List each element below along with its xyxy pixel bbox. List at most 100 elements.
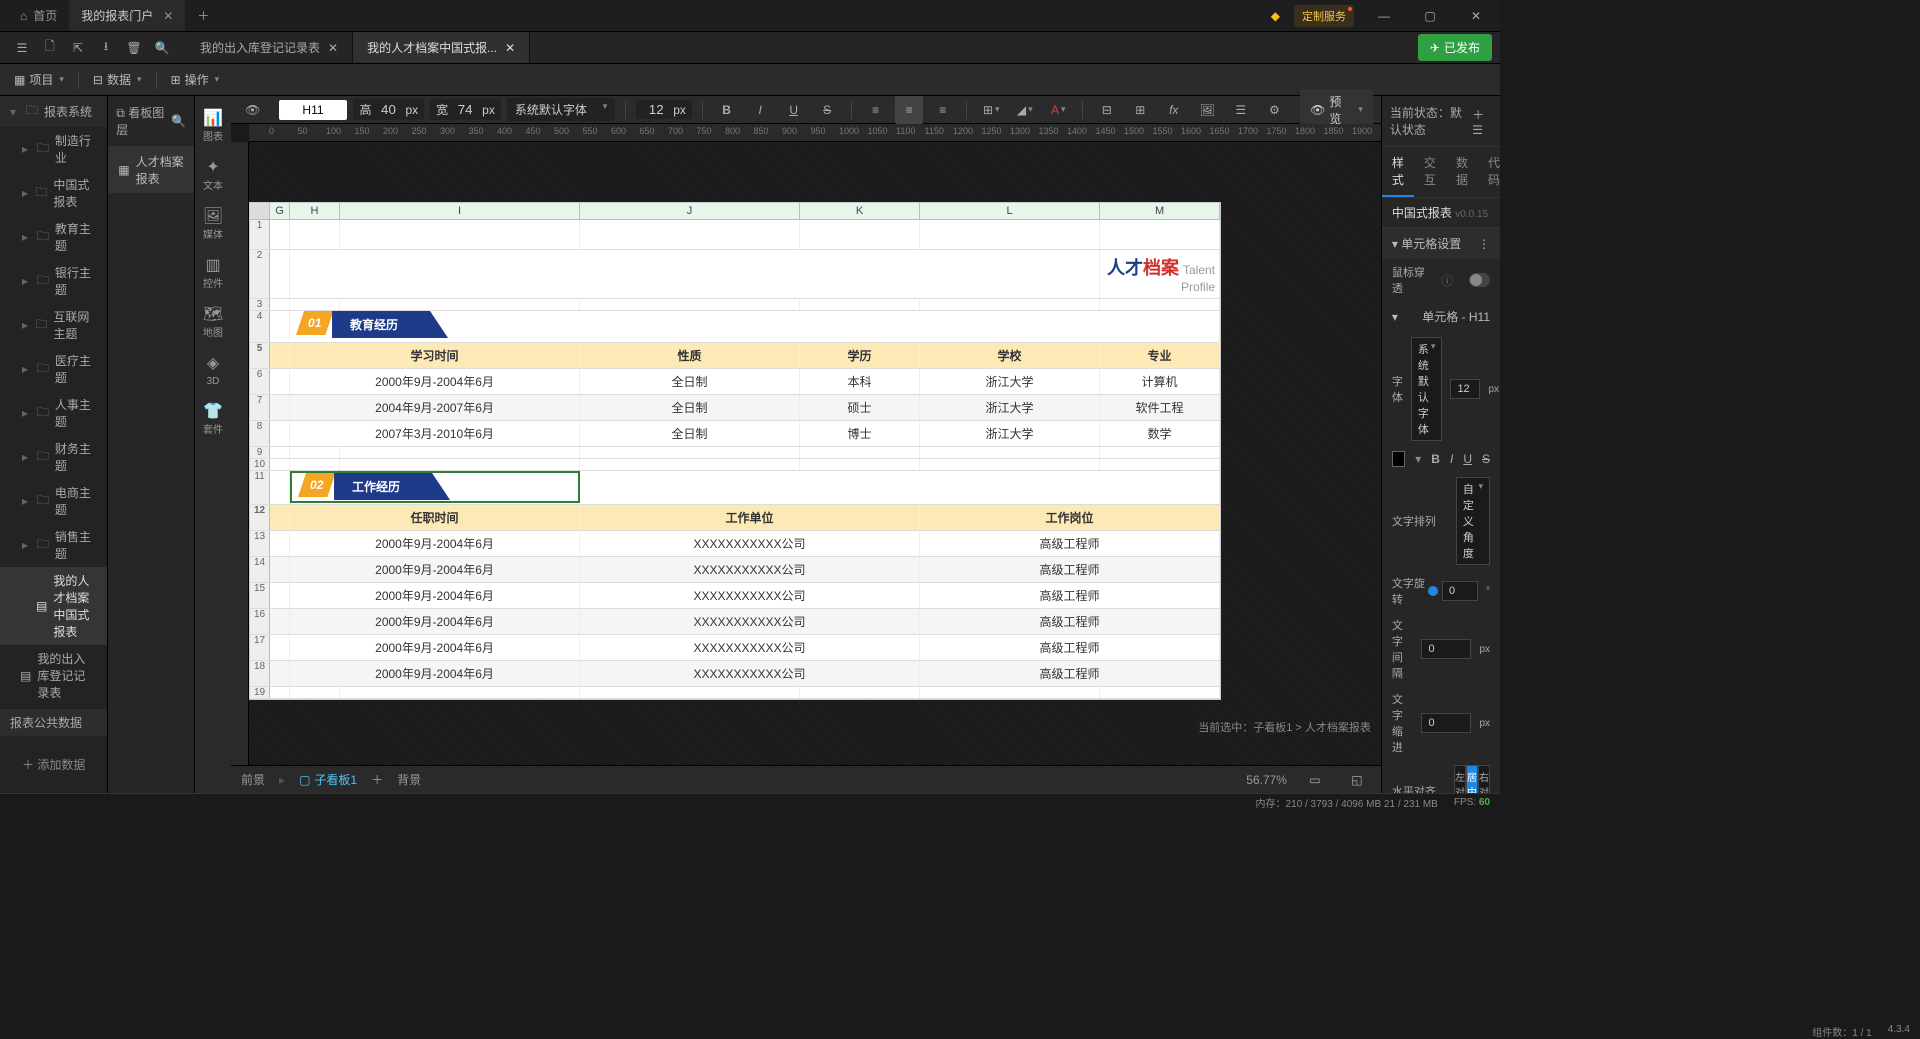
minimize-button[interactable]: — — [1368, 4, 1400, 28]
canvas[interactable]: GHIJKLM12人才档案Talent Profile3401教育经历5学习时间… — [249, 142, 1381, 765]
custom-service-button[interactable]: 定制服务 — [1294, 5, 1354, 27]
tree-node[interactable]: ▸🗀人事主题 — [0, 391, 107, 435]
align-center-icon[interactable]: ≡ — [895, 96, 923, 124]
cell-address-input[interactable]: H11 — [279, 100, 348, 120]
tree-leaf-selected[interactable]: ▤我的人才档案中国式报表 — [0, 567, 107, 645]
tree-root[interactable]: ▾🗀报表系统 — [0, 96, 107, 127]
col-width-input[interactable]: 宽px — [430, 99, 501, 120]
list-icon[interactable]: ☰ — [1227, 96, 1255, 124]
underline-icon[interactable]: U — [780, 96, 808, 124]
border-icon[interactable]: ⊞ — [977, 96, 1005, 124]
layer-item[interactable]: ▦人才档案报表 — [108, 147, 194, 193]
bold-icon[interactable]: B — [713, 96, 741, 124]
merge-icon[interactable]: ⊟ — [1093, 96, 1121, 124]
font-size-input[interactable]: px — [636, 100, 692, 119]
tree-node[interactable]: ▸🗀医疗主题 — [0, 347, 107, 391]
download-icon[interactable]: ⭳ — [92, 34, 120, 62]
halign-option[interactable]: 左对齐 — [1454, 765, 1466, 793]
public-data-header[interactable]: 报表公共数据 — [0, 709, 107, 736]
strike-icon[interactable]: S — [813, 96, 841, 124]
font-select[interactable]: 系统默认字体 — [507, 98, 615, 121]
operate-menu[interactable]: ⊞ 操作 — [165, 71, 226, 88]
component-category[interactable]: 🖼媒体 — [195, 200, 231, 247]
component-category[interactable]: ▥控件 — [195, 249, 231, 296]
doc-tab[interactable]: 我的出入库登记记录表✕ — [186, 32, 353, 63]
tab-back[interactable]: 背景 — [397, 771, 421, 788]
tree-node[interactable]: ▸🗀教育主题 — [0, 215, 107, 259]
home-tab[interactable]: ⌂首页 — [8, 0, 69, 31]
tab-subboard-1[interactable]: ▢ 子看板1 — [299, 771, 357, 788]
close-window-button[interactable]: ✕ — [1460, 4, 1492, 28]
mouse-penetration-toggle[interactable] — [1469, 273, 1490, 287]
properties-tab[interactable]: 数据 — [1446, 147, 1478, 197]
zoom-fit-icon[interactable]: ▭ — [1301, 766, 1329, 794]
fill-color-icon[interactable]: ◢ — [1011, 96, 1039, 124]
section-cell-settings[interactable]: ▾ 单元格设置⋮ — [1382, 228, 1500, 259]
component-category[interactable]: ◈3D — [195, 347, 231, 393]
font-color-swatch[interactable] — [1392, 451, 1405, 467]
publish-button[interactable]: ✈已发布 — [1418, 34, 1492, 61]
portal-tab[interactable]: 我的报表门户✕ — [69, 0, 185, 31]
project-menu[interactable]: ▦ 项目 — [8, 71, 70, 88]
add-subboard[interactable]: ＋ — [371, 771, 383, 788]
text-arrange-select[interactable]: 自定义角度 — [1456, 477, 1490, 565]
component-category[interactable]: 📊图表 — [195, 102, 231, 149]
spreadsheet[interactable]: GHIJKLM12人才档案Talent Profile3401教育经历5学习时间… — [249, 202, 1221, 700]
new-tab-button[interactable]: ＋ — [185, 0, 221, 31]
tree-node[interactable]: ▸🗀电商主题 — [0, 479, 107, 523]
text-color-icon[interactable]: A — [1044, 96, 1072, 124]
close-icon[interactable]: ✕ — [163, 9, 173, 23]
add-data-button[interactable]: ＋ 添加数据 — [0, 736, 107, 793]
export-icon[interactable]: ⇱ — [64, 34, 92, 62]
text-gap-input[interactable] — [1421, 639, 1471, 659]
maximize-button[interactable]: ▢ — [1414, 4, 1446, 28]
more-icon[interactable]: ☰ — [1472, 123, 1483, 137]
halign-option[interactable]: 居中对齐 — [1466, 765, 1478, 793]
menu-icon[interactable]: ☰ — [8, 34, 36, 62]
row-height-input[interactable]: 高px — [353, 99, 424, 120]
align-left-icon[interactable]: ≡ — [862, 96, 890, 124]
formula-icon[interactable]: fx — [1160, 96, 1188, 124]
align-right-icon[interactable]: ≡ — [929, 96, 957, 124]
settings-icon[interactable]: ⚙ — [1261, 96, 1289, 124]
component-category[interactable]: ✦文本 — [195, 151, 231, 198]
properties-tab[interactable]: 交互 — [1414, 147, 1446, 197]
tree-node[interactable]: ▸🗀银行主题 — [0, 259, 107, 303]
zoom-actual-icon[interactable]: ◱ — [1343, 766, 1371, 794]
strike-toggle[interactable]: S — [1482, 452, 1490, 466]
tree-node[interactable]: ▸🗀销售主题 — [0, 523, 107, 567]
tree-node[interactable]: ▸🗀互联网主题 — [0, 303, 107, 347]
close-icon[interactable]: ✕ — [505, 41, 515, 55]
zoom-level[interactable]: 56.77% — [1246, 773, 1287, 787]
add-state-icon[interactable]: ＋ — [1472, 108, 1484, 122]
search-icon[interactable]: 🔍 — [171, 114, 186, 128]
visibility-icon[interactable]: 👁 — [239, 96, 267, 124]
tree-node[interactable]: ▸🗀中国式报表 — [0, 171, 107, 215]
italic-toggle[interactable]: I — [1450, 452, 1453, 466]
properties-tab[interactable]: 样式 — [1382, 147, 1414, 197]
bold-toggle[interactable]: B — [1431, 452, 1440, 466]
close-icon[interactable]: ✕ — [328, 41, 338, 55]
tree-node[interactable]: ▸🗀制造行业 — [0, 127, 107, 171]
text-indent-input[interactable] — [1421, 713, 1471, 733]
properties-tab[interactable]: 代码 — [1478, 147, 1500, 197]
halign-option[interactable]: 右对齐 — [1478, 765, 1490, 793]
component-category[interactable]: 👕套件 — [195, 395, 231, 442]
text-rotate-input[interactable] — [1442, 581, 1478, 601]
tree-leaf-2[interactable]: ▤我的出入库登记记录表 — [0, 645, 107, 706]
doc-tab[interactable]: 我的人才档案中国式报...✕ — [353, 32, 530, 63]
trash-icon[interactable]: 🗑 — [120, 34, 148, 62]
font-select[interactable]: 系统默认字体 — [1411, 337, 1443, 441]
split-icon[interactable]: ⊞ — [1127, 96, 1155, 124]
component-category[interactable]: 🗺地图 — [195, 298, 231, 345]
search-icon[interactable]: 🔍 — [148, 34, 176, 62]
diamond-icon[interactable]: ◆ — [1271, 9, 1280, 23]
section-cell-h11[interactable]: ▾ 单元格 - H11 — [1382, 301, 1500, 332]
italic-icon[interactable]: I — [746, 96, 774, 124]
underline-toggle[interactable]: U — [1463, 452, 1472, 466]
image-icon[interactable]: 🖼 — [1194, 96, 1222, 124]
tab-front[interactable]: 前景 — [241, 771, 265, 788]
new-file-icon[interactable]: 🗋 — [36, 34, 64, 62]
font-size-input[interactable] — [1450, 379, 1480, 399]
more-icon[interactable]: ⋮ — [1478, 237, 1490, 251]
